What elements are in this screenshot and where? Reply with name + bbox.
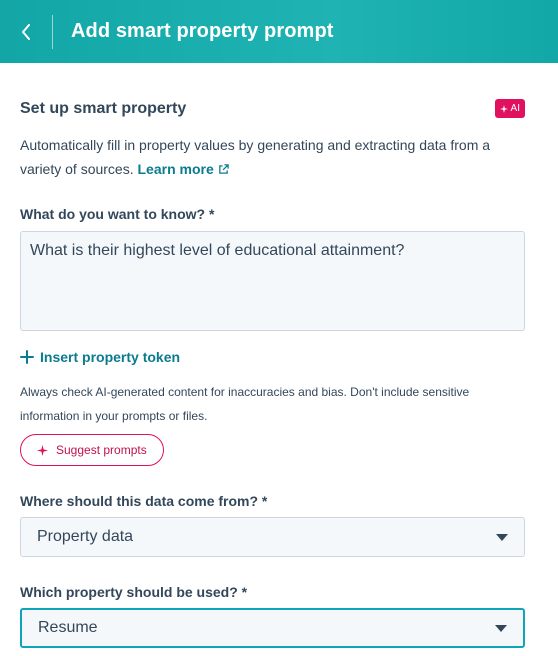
property-label: Which property should be used? * (20, 584, 248, 600)
insert-property-token-button[interactable]: Insert property token (20, 349, 180, 365)
panel-header: Add smart property prompt (0, 0, 558, 63)
back-button[interactable] (0, 0, 52, 63)
question-label: What do you want to know? * (20, 206, 215, 222)
ai-badge-label: AI (510, 103, 520, 114)
section-header: Set up smart property AI (20, 99, 525, 118)
ai-disclaimer: Always check AI-generated content for in… (20, 385, 470, 423)
source-selected-value: Property data (37, 528, 134, 545)
external-link-icon (218, 164, 229, 174)
source-select[interactable]: Property data (20, 517, 525, 557)
chevron-left-icon (22, 23, 30, 40)
header-divider (52, 14, 53, 49)
sparkle-icon (499, 104, 508, 113)
caret-down-icon (495, 624, 507, 632)
ai-badge: AI (494, 99, 525, 118)
property-selected-value: Resume (38, 619, 98, 636)
section-title: Set up smart property (20, 99, 187, 117)
caret-down-icon (496, 533, 508, 541)
page-title: Add smart property prompt (71, 20, 334, 42)
insert-token-label: Insert property token (40, 349, 181, 365)
learn-more-link[interactable]: Learn more (138, 161, 229, 177)
learn-more-label: Learn more (137, 161, 214, 177)
question-textarea[interactable]: What is their highest level of education… (20, 231, 525, 331)
property-select[interactable]: Resume (20, 608, 525, 648)
plus-icon (20, 350, 34, 364)
source-label: Where should this data come from? * (20, 493, 268, 509)
description-text: Automatically fill in property values by… (20, 137, 491, 177)
suggest-prompts-label: Suggest prompts (56, 443, 147, 457)
suggest-prompts-button[interactable]: Suggest prompts (20, 434, 164, 466)
section-description: Automatically fill in property values by… (20, 133, 530, 181)
sparkle-icon (37, 444, 48, 456)
